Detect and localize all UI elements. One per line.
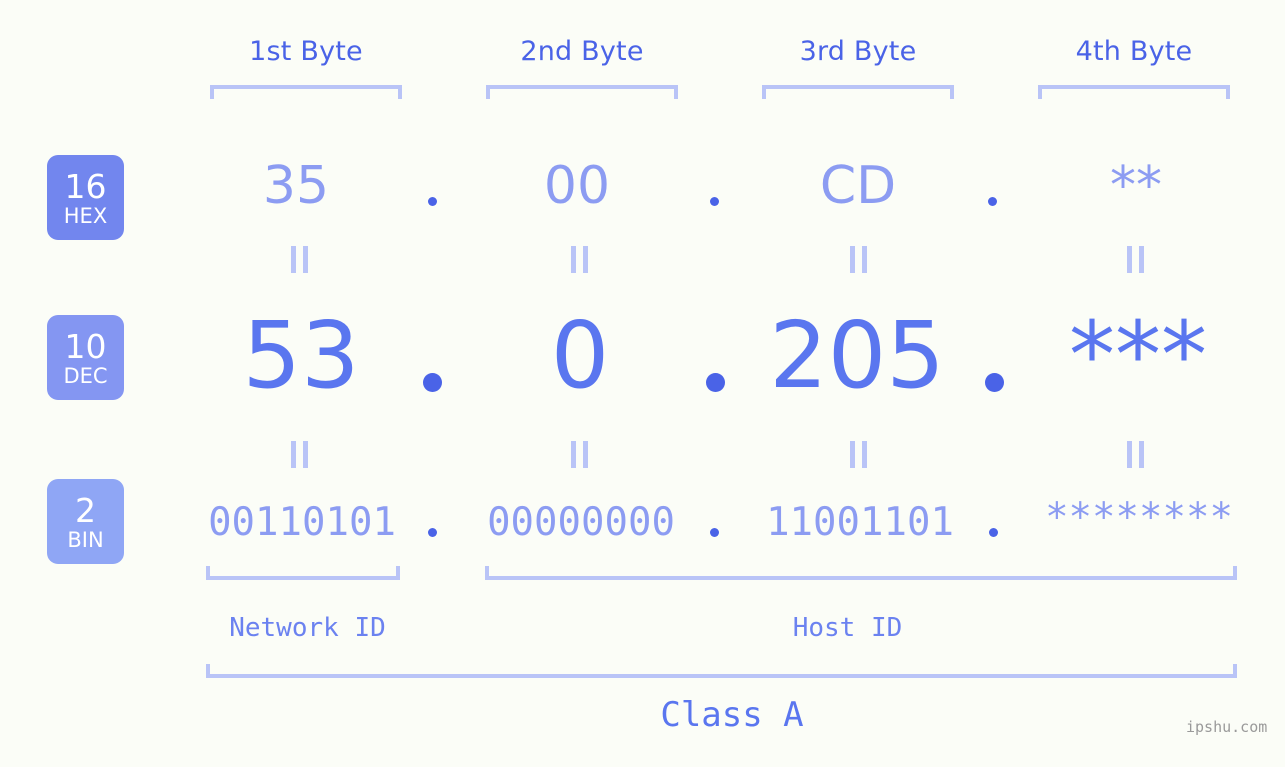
hex-octet-4: **: [1110, 156, 1162, 216]
hex-octet-2: 00: [543, 156, 611, 216]
byte-header-label-3: 3rd Byte: [799, 36, 917, 67]
equivalence-mark-dec-bin-3: [850, 441, 867, 468]
dec-octet-2: 0: [550, 302, 610, 409]
base-badge-bin-number: 2: [75, 490, 96, 530]
byte-header-label-4: 4th Byte: [1075, 36, 1193, 67]
base-badge-hex: 16 HEX: [47, 155, 124, 240]
byte-header-label-2: 2nd Byte: [520, 36, 644, 67]
dec-octet-3: 205: [769, 302, 945, 409]
class-bracket: [206, 664, 1237, 678]
bin-separator-dot-1: [428, 528, 437, 537]
base-badge-hex-number: 16: [64, 166, 107, 206]
host-id-bracket: [485, 566, 1237, 580]
bin-octet-1: 00110101: [208, 500, 396, 545]
equivalence-mark-dec-bin-1: [291, 441, 308, 468]
byte-bracket-3: [762, 85, 954, 99]
equivalence-mark-hex-dec-1: [291, 246, 308, 273]
watermark: ipshu.com: [1186, 718, 1268, 736]
hex-octet-3: CD: [819, 156, 897, 216]
dec-octet-4: ***: [1069, 302, 1207, 409]
equivalence-mark-hex-dec-3: [850, 246, 867, 273]
equivalence-mark-hex-dec-4: [1127, 246, 1144, 273]
byte-bracket-1: [210, 85, 402, 99]
byte-bracket-2: [486, 85, 678, 99]
dec-separator-dot-1: [423, 373, 442, 392]
dec-separator-dot-2: [706, 373, 725, 392]
base-badge-bin: 2 BIN: [47, 479, 124, 564]
hex-separator-dot-1: [428, 197, 437, 206]
hex-separator-dot-2: [710, 197, 719, 206]
base-badge-dec: 10 DEC: [47, 315, 124, 400]
byte-header-label-1: 1st Byte: [249, 36, 363, 67]
bin-octet-4: ********: [1045, 495, 1233, 540]
ip-address-breakdown-diagram: 1st Byte 2nd Byte 3rd Byte 4th Byte 16 H…: [0, 0, 1285, 767]
bin-octet-3: 11001101: [766, 500, 954, 545]
base-badge-dec-name: DEC: [63, 363, 108, 388]
base-badge-hex-name: HEX: [63, 203, 108, 228]
dec-octet-1: 53: [242, 302, 360, 409]
base-badge-dec-number: 10: [64, 326, 107, 366]
host-id-label: Host ID: [792, 613, 903, 643]
class-label: Class A: [660, 695, 804, 735]
network-id-label: Network ID: [229, 613, 386, 643]
bin-separator-dot-2: [710, 528, 719, 537]
bin-octet-2: 00000000: [487, 500, 675, 545]
hex-octet-1: 35: [262, 156, 330, 216]
equivalence-mark-dec-bin-4: [1127, 441, 1144, 468]
network-id-bracket: [206, 566, 400, 580]
base-badge-bin-name: BIN: [67, 527, 104, 552]
byte-bracket-4: [1038, 85, 1230, 99]
dec-separator-dot-3: [985, 373, 1004, 392]
hex-separator-dot-3: [988, 197, 997, 206]
equivalence-mark-dec-bin-2: [571, 441, 588, 468]
equivalence-mark-hex-dec-2: [571, 246, 588, 273]
bin-separator-dot-3: [989, 528, 998, 537]
